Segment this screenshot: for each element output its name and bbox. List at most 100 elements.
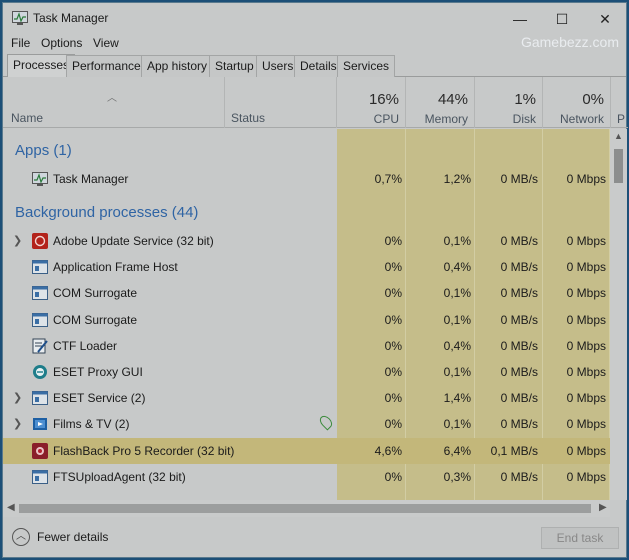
menu-options[interactable]: Options: [41, 36, 82, 50]
disk-label: Disk: [512, 112, 536, 126]
process-disk: 0 MB/s: [500, 469, 538, 484]
process-memory: 0,1%: [443, 417, 471, 432]
tab-users[interactable]: Users: [256, 55, 300, 77]
process-name: ESET Service (2): [53, 391, 146, 406]
process-cpu: 0%: [384, 286, 402, 301]
process-disk: 0 MB/s: [500, 391, 538, 406]
col-cpu-header[interactable]: 16% CPU: [337, 77, 406, 128]
chevron-right-icon[interactable]: ❯: [13, 417, 22, 430]
tab-details[interactable]: Details: [294, 55, 343, 77]
process-row[interactable]: ❯ ESET Service (2) 0% 1,4% 0 MB/s 0 Mbps: [3, 385, 610, 411]
process-network: 0 Mbps: [566, 417, 606, 432]
process-row[interactable]: ❯ Films & TV (2) 0% 0,1% 0 MB/s 0 Mbps: [3, 411, 610, 437]
memory-total: 44%: [437, 91, 468, 108]
process-cpu: 0%: [384, 365, 402, 379]
maximize-button[interactable]: ☐: [540, 5, 584, 33]
process-name: Adobe Update Service (32 bit): [53, 234, 214, 248]
col-name-header[interactable]: ︿ Name: [3, 77, 225, 128]
process-disk: 0 MB/s: [500, 365, 538, 379]
horizontal-scroll-thumb[interactable]: [19, 504, 591, 513]
process-network: 0 Mbps: [566, 365, 606, 379]
end-task-button[interactable]: End task: [541, 527, 619, 549]
vertical-scrollbar[interactable]: ▲: [610, 129, 627, 500]
process-name: Task Manager: [53, 172, 129, 186]
col-status-header[interactable]: Status: [225, 77, 337, 128]
process-cpu: 0%: [384, 417, 402, 432]
process-disk: 0 MB/s: [500, 172, 538, 186]
process-cpu: 0%: [384, 391, 402, 406]
window-icon: [32, 259, 48, 275]
footer: ︿ Fewer details End task: [3, 519, 626, 557]
process-name: Films & TV (2): [53, 417, 130, 432]
col-power-header[interactable]: P: [611, 77, 628, 128]
process-row[interactable]: Application Frame Host 0% 0,4% 0 MB/s 0 Mbps: [3, 254, 610, 280]
process-cpu: 0,7%: [374, 172, 402, 186]
chevron-up-icon[interactable]: ︿: [12, 528, 30, 546]
minimize-button[interactable]: —: [498, 5, 542, 33]
adobe-icon: [32, 233, 48, 249]
col-name-label: Name: [11, 111, 44, 125]
process-memory: 6,4%: [443, 443, 471, 458]
process-row[interactable]: CTF Loader 0% 0,4% 0 MB/s 0 Mbps: [3, 333, 610, 359]
process-cpu: 0%: [384, 312, 402, 327]
suspended-leaf-icon: [317, 413, 335, 431]
process-row[interactable]: ESET Proxy GUI 0% 0,1% 0 MB/s 0 Mbps: [3, 359, 610, 385]
tab-startup[interactable]: Startup: [209, 55, 260, 77]
network-total: 0%: [582, 91, 604, 108]
process-row[interactable]: FTSUploadAgent (32 bit) 0% 0,3% 0 MB/s 0 Mbp…: [3, 464, 610, 490]
process-name: FTSUploadAgent (32 bit): [53, 469, 186, 484]
process-row[interactable]: COM Surrogate 0% 0,1% 0 MB/s 0 Mbps: [3, 280, 610, 306]
group-apps-label: Apps (1): [15, 142, 72, 159]
process-network: 0 Mbps: [566, 234, 606, 248]
title-bar: Task Manager — ☐ ✕: [3, 3, 626, 33]
tab-services[interactable]: Services: [337, 55, 396, 77]
process-memory: 0,4%: [443, 338, 471, 353]
scroll-left-icon[interactable]: ◀: [7, 502, 15, 513]
col-network-header[interactable]: 0% Network: [543, 77, 611, 128]
films-icon: [32, 416, 48, 432]
process-memory: 0,1%: [443, 312, 471, 327]
col-memory-header[interactable]: 44% Memory: [406, 77, 475, 128]
chevron-right-icon[interactable]: ❯: [13, 391, 22, 404]
scroll-up-icon[interactable]: ▲: [614, 131, 623, 141]
col-status-label: Status: [231, 111, 266, 125]
close-button[interactable]: ✕: [583, 5, 627, 33]
watermark: Gamebezz.com: [520, 34, 619, 50]
process-memory: 0,1%: [443, 234, 471, 248]
process-disk: 0 MB/s: [500, 286, 538, 301]
process-memory: 0,1%: [443, 286, 471, 301]
group-background: Background processes (44): [3, 191, 610, 227]
memory-label: Memory: [424, 112, 468, 126]
cpu-label: CPU: [373, 112, 399, 126]
process-disk: 0 MB/s: [500, 234, 538, 248]
process-cpu: 0%: [384, 469, 402, 484]
menu-view[interactable]: View: [93, 36, 119, 50]
tab-processes[interactable]: Processes: [7, 54, 76, 77]
window-icon: [32, 469, 48, 485]
task-manager-icon: [32, 171, 48, 187]
window-icon: [32, 285, 48, 301]
ctf-icon: [32, 338, 48, 354]
process-network: 0 Mbps: [566, 172, 606, 186]
vertical-scroll-thumb[interactable]: [614, 149, 623, 183]
process-disk: 0 MB/s: [500, 338, 538, 353]
process-network: 0 Mbps: [566, 260, 606, 275]
menu-file[interactable]: File: [11, 36, 30, 50]
process-row[interactable]: Task Manager 0,7% 1,2% 0 MB/s 0 Mbps: [3, 166, 610, 192]
scroll-right-icon[interactable]: ▶: [599, 502, 607, 513]
process-row[interactable]: ❯ Adobe Update Service (32 bit) 0% 0,1% 0 MB…: [3, 228, 610, 254]
process-row[interactable]: FlashBack Pro 5 Recorder (32 bit) 4,6% 6,4…: [3, 437, 610, 464]
process-row[interactable]: COM Surrogate 0% 0,1% 0 MB/s 0 Mbps: [3, 307, 610, 333]
process-memory: 1,4%: [443, 391, 471, 406]
chevron-right-icon[interactable]: ❯: [13, 234, 22, 247]
horizontal-scrollbar[interactable]: ◀ ▶: [3, 500, 610, 517]
tab-performance[interactable]: Performance: [66, 55, 147, 77]
col-disk-header[interactable]: 1% Disk: [475, 77, 543, 128]
process-cpu: 4,6%: [374, 443, 402, 458]
fewer-details-link[interactable]: Fewer details: [37, 530, 108, 544]
process-name: COM Surrogate: [53, 312, 138, 327]
process-name: ESET Proxy GUI: [53, 365, 143, 379]
network-label: Network: [559, 112, 604, 126]
tab-app-history[interactable]: App history: [141, 55, 214, 77]
process-disk: 0,1 MB/s: [490, 443, 538, 458]
